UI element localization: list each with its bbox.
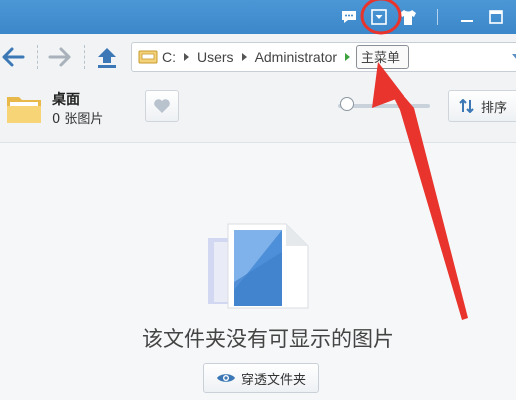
traverse-folder-button[interactable]: 穿透文件夹 bbox=[203, 363, 319, 393]
titlebar-divider bbox=[437, 9, 438, 25]
sort-label: 排序 bbox=[481, 100, 508, 116]
breadcrumb-current[interactable]: 主菜单 bbox=[356, 45, 410, 69]
maximize-icon[interactable] bbox=[486, 7, 506, 27]
breadcrumb-arrow-icon[interactable] bbox=[241, 53, 247, 61]
zoom-slider[interactable] bbox=[338, 97, 430, 111]
folder-icon bbox=[7, 97, 41, 123]
title-bar bbox=[0, 0, 516, 34]
forward-arrow-icon[interactable] bbox=[47, 44, 73, 70]
minimize-icon[interactable] bbox=[457, 7, 477, 27]
up-arrow-icon[interactable] bbox=[94, 44, 120, 70]
skin-icon[interactable] bbox=[398, 7, 418, 27]
chat-icon[interactable] bbox=[339, 7, 359, 27]
empty-folder-message: 该文件夹没有可显示的图片 bbox=[142, 327, 394, 351]
traverse-folder-label: 穿透文件夹 bbox=[240, 372, 306, 388]
sort-button[interactable]: 排序 bbox=[448, 90, 516, 122]
breadcrumb-drive[interactable]: C: bbox=[162, 49, 176, 65]
navigation-bar: C: Users Administrator 主菜单 bbox=[0, 34, 516, 80]
app-window: C: Users Administrator 主菜单 桌面 0 张图片 排序 该… bbox=[0, 0, 516, 400]
nav-divider bbox=[84, 45, 86, 69]
dropdown-menu-icon[interactable] bbox=[369, 7, 389, 27]
address-bar[interactable]: C: Users Administrator 主菜单 bbox=[131, 42, 516, 72]
sort-icon bbox=[459, 99, 474, 113]
slider-thumb[interactable] bbox=[340, 97, 354, 111]
breadcrumb-arrow-icon[interactable] bbox=[184, 53, 189, 61]
breadcrumb-arrow-icon[interactable] bbox=[345, 53, 351, 61]
folder-title: 桌面 bbox=[52, 92, 80, 108]
empty-images-icon bbox=[208, 223, 309, 309]
image-count: 0 张图片 bbox=[52, 112, 104, 127]
eye-icon bbox=[216, 374, 235, 382]
breadcrumb-administrator[interactable]: Administrator bbox=[255, 49, 337, 65]
folder-toolbar: 桌面 0 张图片 排序 bbox=[0, 80, 516, 143]
heart-icon bbox=[154, 99, 170, 113]
nav-divider bbox=[37, 45, 39, 69]
favorite-button[interactable] bbox=[145, 90, 179, 122]
address-dropdown-icon[interactable] bbox=[512, 54, 516, 60]
drive-icon bbox=[138, 50, 158, 64]
breadcrumb-users[interactable]: Users bbox=[197, 49, 234, 65]
back-arrow-icon[interactable] bbox=[0, 44, 26, 70]
